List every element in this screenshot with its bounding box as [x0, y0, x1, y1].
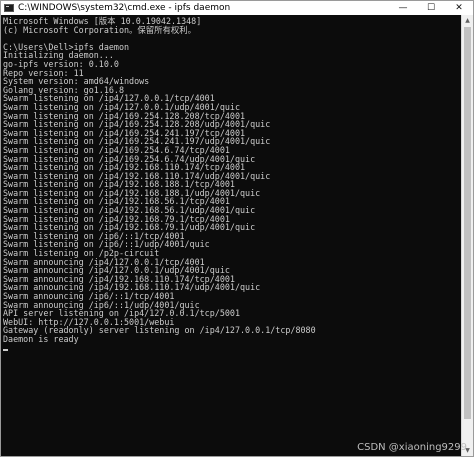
minimize-button[interactable]: — — [389, 1, 417, 15]
cmd-window: C:\WINDOWS\system32\cmd.exe - ipfs daemo… — [0, 0, 474, 457]
console-output[interactable]: Microsoft Windows [版本 10.0.19042.1348] (c… — [1, 15, 461, 456]
console-line: (c) Microsoft Corporation。保留所有权利。 — [3, 24, 197, 35]
console-line: Daemon is ready — [3, 333, 79, 344]
title-bar[interactable]: C:\WINDOWS\system32\cmd.exe - ipfs daemo… — [1, 1, 473, 15]
window-controls: — ☐ ✕ — [389, 1, 473, 15]
scroll-thumb[interactable] — [464, 27, 471, 419]
close-button[interactable]: ✕ — [445, 1, 473, 15]
csdn-watermark: CSDN @xiaoning9299 — [357, 442, 467, 453]
text-cursor — [3, 348, 8, 351]
vertical-scrollbar[interactable]: ▲ ▼ — [461, 15, 473, 456]
cmd-icon — [4, 4, 14, 12]
maximize-button[interactable]: ☐ — [417, 1, 445, 15]
console-lines: Microsoft Windows [版本 10.0.19042.1348] (c… — [1, 15, 461, 352]
window-title: C:\WINDOWS\system32\cmd.exe - ipfs daemo… — [18, 3, 231, 13]
scroll-up-arrow-icon[interactable]: ▲ — [462, 15, 473, 26]
cursor-line — [3, 344, 461, 353]
